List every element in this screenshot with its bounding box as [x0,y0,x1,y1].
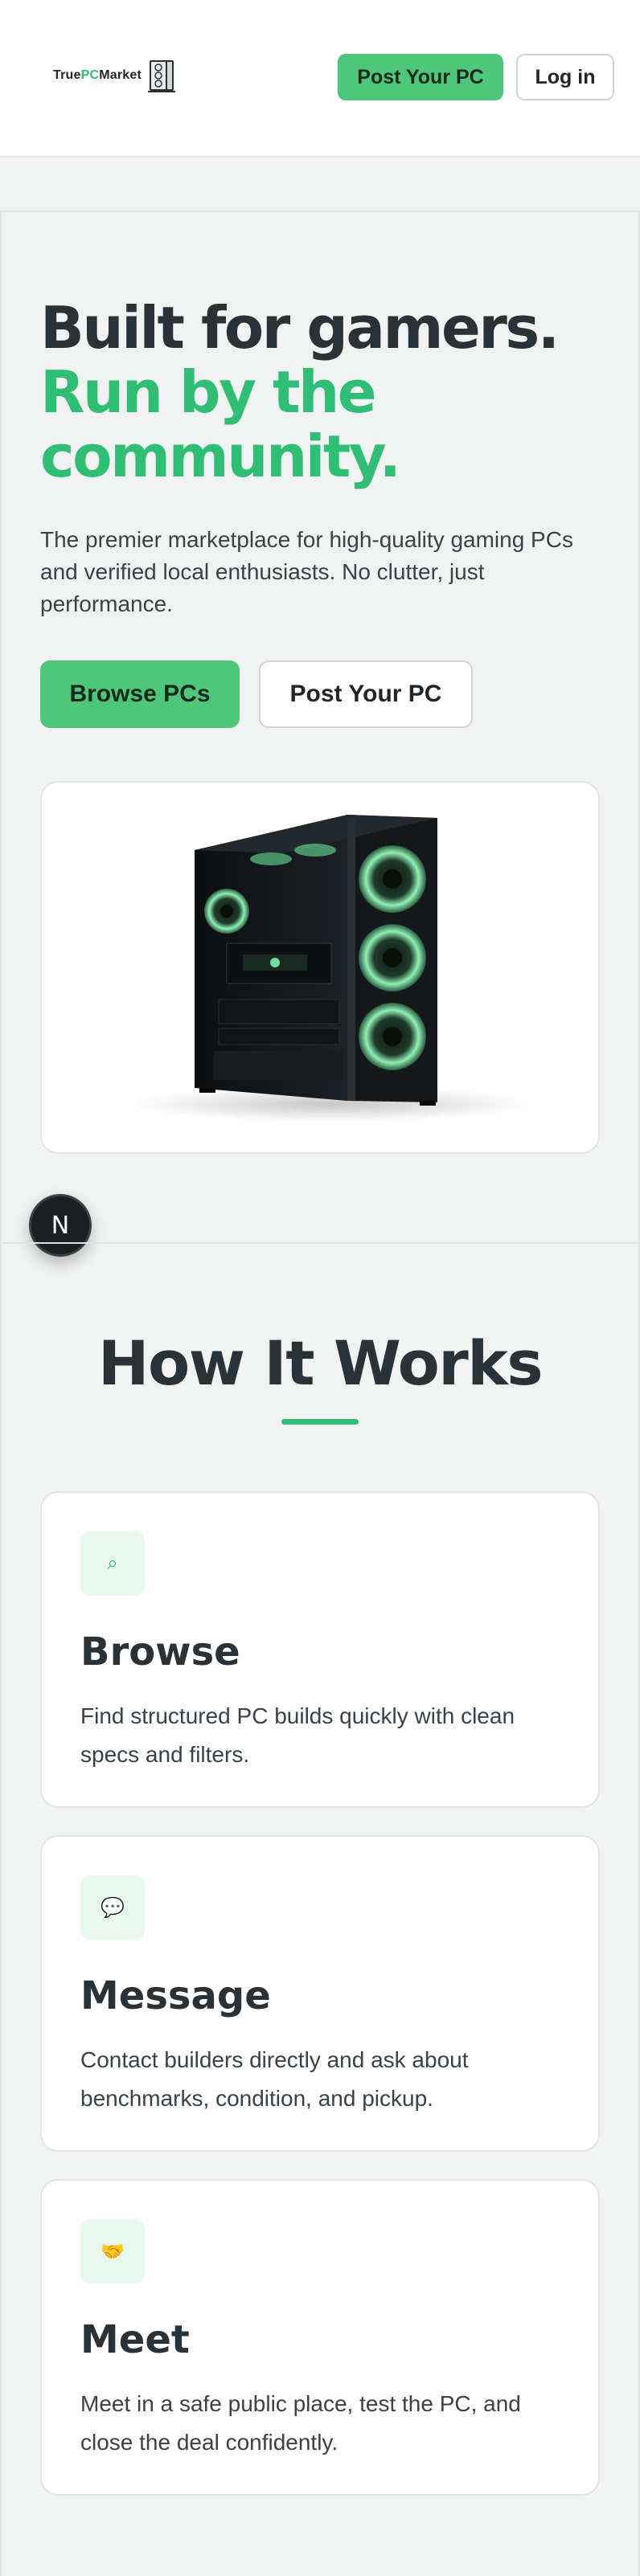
how-it-works-title: How It Works [97,1327,544,1399]
hero-title-line2: Run by the community. [40,358,401,490]
speech-bubble-icon: 💬 [80,1875,145,1940]
step-card-meet: 🤝 Meet Meet in a safe public place, test… [40,2179,600,2496]
title-underline [281,1419,359,1425]
step-card-message: 💬 Message Contact builders directly and … [40,1835,600,2152]
top-navbar: TruePCMarket Post Your PC Log in [0,0,640,157]
step-card-browse: ⌕ Browse Find structured PC builds quick… [40,1491,600,1808]
logo-wordmark: TruePCMarket [53,68,142,82]
hero-post-pc-button[interactable]: Post Your PC [259,660,473,728]
step-title: Message [80,1973,271,2018]
hero-subtitle: The premier marketplace for high-quality… [40,527,573,616]
hero-title: Built for gamers. Run by the community. [40,296,603,489]
header-post-pc-button[interactable]: Post Your PC [338,54,503,100]
header-login-button[interactable]: Log in [516,54,614,100]
step-title: Browse [80,1629,240,1674]
step-description: Meet in a safe public place, test the PC… [80,2391,521,2455]
section-divider [0,1242,640,1244]
hero-image-card [40,781,600,1154]
site-logo[interactable]: TruePCMarket [53,56,180,95]
step-title: Meet [80,2317,190,2362]
gaming-pc-image [130,815,532,1122]
hero-title-line1: Built for gamers. [40,294,560,362]
pc-tower-logo-icon [148,60,176,92]
browse-pcs-button[interactable]: Browse PCs [40,660,240,728]
step-description: Contact builders directly and ask about … [80,2047,469,2111]
search-icon: ⌕ [80,1531,145,1596]
step-description: Find structured PC builds quickly with c… [80,1703,515,1767]
handshake-icon: 🤝 [80,2219,145,2284]
floating-n-badge[interactable]: N [29,1194,92,1257]
